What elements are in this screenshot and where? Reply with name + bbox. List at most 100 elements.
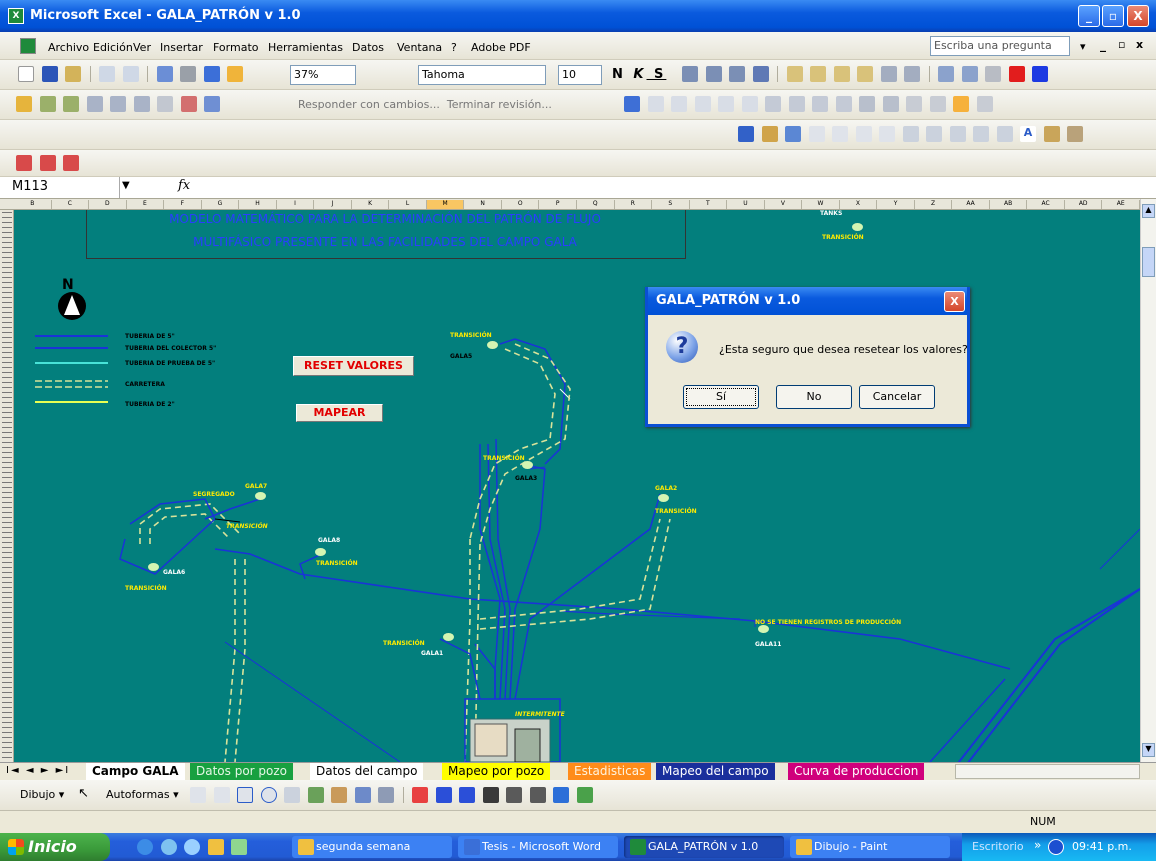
row-header[interactable] (2, 217, 12, 218)
combo-list-icon[interactable] (812, 96, 828, 112)
row-header[interactable] (2, 522, 12, 523)
column-header-z[interactable]: Z (915, 200, 953, 209)
sheet-icon[interactable] (156, 66, 173, 82)
option-button-icon[interactable] (879, 126, 895, 142)
drawing-menu[interactable]: Dibujo ▾ (20, 788, 64, 801)
row-header[interactable] (2, 252, 12, 253)
column-header-o[interactable]: O (502, 200, 540, 209)
row-header[interactable] (2, 272, 12, 273)
row-header[interactable] (2, 487, 12, 488)
name-box[interactable]: M113 (0, 177, 120, 198)
row-header[interactable] (2, 642, 12, 643)
column-header-u[interactable]: U (727, 200, 765, 209)
tab-datos-por-pozo[interactable]: Datos por pozo (190, 763, 294, 780)
shadow-icon[interactable] (553, 787, 569, 803)
edit-comment-icon[interactable] (133, 96, 150, 112)
comment-icon[interactable] (86, 96, 103, 112)
column-header-d[interactable]: D (89, 200, 127, 209)
pdf-email-icon[interactable] (39, 155, 56, 171)
review-prev-icon[interactable] (39, 96, 56, 112)
row-header[interactable] (2, 582, 12, 583)
horizontal-scrollbar[interactable] (955, 764, 1140, 779)
row-header[interactable] (2, 382, 12, 383)
align-right-icon[interactable] (729, 66, 745, 82)
row-header[interactable] (2, 502, 12, 503)
worksheet-canvas[interactable]: MODELO MATEMÁTICO PARA LA DETERMINACIÓN … (0, 199, 1140, 762)
design-mode-icon[interactable] (738, 126, 754, 142)
column-header-e[interactable]: E (127, 200, 165, 209)
bold-button[interactable]: N (612, 67, 626, 82)
row-header[interactable] (2, 507, 12, 508)
row-header[interactable] (2, 297, 12, 298)
pdf-review-icon[interactable] (63, 155, 79, 171)
row-header[interactable] (2, 372, 12, 373)
row-header[interactable] (2, 322, 12, 323)
row-header[interactable] (2, 577, 12, 578)
combo-dropdown-icon[interactable] (835, 96, 852, 112)
outdent-icon[interactable] (961, 66, 978, 82)
row-header[interactable] (2, 607, 12, 608)
messenger-icon[interactable] (207, 839, 224, 855)
column-header-x[interactable]: X (840, 200, 878, 209)
row-header[interactable] (2, 727, 12, 728)
row-header[interactable] (2, 307, 12, 308)
column-header-n[interactable]: N (464, 200, 502, 209)
row-header[interactable] (2, 237, 12, 238)
vertical-scrollbar[interactable]: ▲ ▼ (1140, 199, 1156, 762)
well-gala6[interactable] (148, 563, 159, 571)
reset-values-button[interactable]: RESET VALORES (293, 356, 414, 376)
tab-estadisticas[interactable]: Estadisticas (568, 763, 652, 780)
row-header[interactable] (2, 527, 12, 528)
combo-box-icon[interactable] (926, 126, 942, 142)
row-header[interactable] (2, 597, 12, 598)
row-header[interactable] (2, 657, 12, 658)
select-objects-icon[interactable]: ↖ (78, 786, 89, 801)
textbox-icon[interactable] (832, 126, 848, 142)
redo-icon[interactable] (122, 66, 139, 82)
maximize-button[interactable]: ▫ (1102, 5, 1124, 27)
row-header[interactable] (2, 287, 12, 288)
doc-close-icon[interactable]: x (1136, 38, 1143, 51)
menu-insertar[interactable]: Insertar (160, 41, 203, 54)
merge-center-icon[interactable] (752, 66, 769, 82)
end-review-button[interactable]: Terminar revisión... (447, 98, 552, 111)
task-tesis-word[interactable]: Tesis - Microsoft Word (458, 836, 618, 858)
well-gala2[interactable] (658, 494, 669, 502)
pdf-convert-icon[interactable] (16, 155, 32, 171)
row-header[interactable] (2, 387, 12, 388)
column-header-s[interactable]: S (652, 200, 690, 209)
close-button[interactable]: X (1127, 5, 1149, 27)
menu-datos[interactable]: Datos (352, 41, 384, 54)
wordart-icon[interactable] (307, 787, 324, 803)
row-header[interactable] (2, 647, 12, 648)
yes-button[interactable]: Sí (683, 385, 759, 409)
row-header[interactable] (2, 687, 12, 688)
row-header[interactable] (2, 682, 12, 683)
row-header[interactable] (2, 542, 12, 543)
row-header[interactable] (2, 672, 12, 673)
well-gala7[interactable] (255, 492, 266, 500)
row-header[interactable] (2, 692, 12, 693)
show-comments-icon[interactable] (110, 96, 126, 112)
column-header-m[interactable]: M (426, 200, 465, 209)
row-header[interactable] (2, 587, 12, 588)
ie-icon[interactable] (137, 839, 153, 855)
align-left-icon[interactable] (682, 66, 698, 82)
row-header[interactable] (2, 562, 12, 563)
fill-icon[interactable] (412, 787, 428, 803)
row-header[interactable] (2, 377, 12, 378)
scroll-up-icon[interactable]: ▲ (1142, 204, 1155, 218)
groupbox-icon[interactable] (671, 96, 687, 112)
row-header[interactable] (2, 232, 12, 233)
option-control-icon[interactable] (741, 96, 758, 112)
row-header[interactable] (2, 752, 12, 753)
row-header[interactable] (2, 617, 12, 618)
checkbox-control-icon[interactable] (718, 96, 734, 112)
chart-icon[interactable] (203, 66, 220, 82)
column-header-r[interactable]: R (615, 200, 653, 209)
row-header[interactable] (2, 337, 12, 338)
row-header[interactable] (2, 302, 12, 303)
toolbar-chevron-icon[interactable]: » (1034, 838, 1041, 852)
row-header[interactable] (2, 702, 12, 703)
new-icon[interactable] (18, 66, 34, 82)
